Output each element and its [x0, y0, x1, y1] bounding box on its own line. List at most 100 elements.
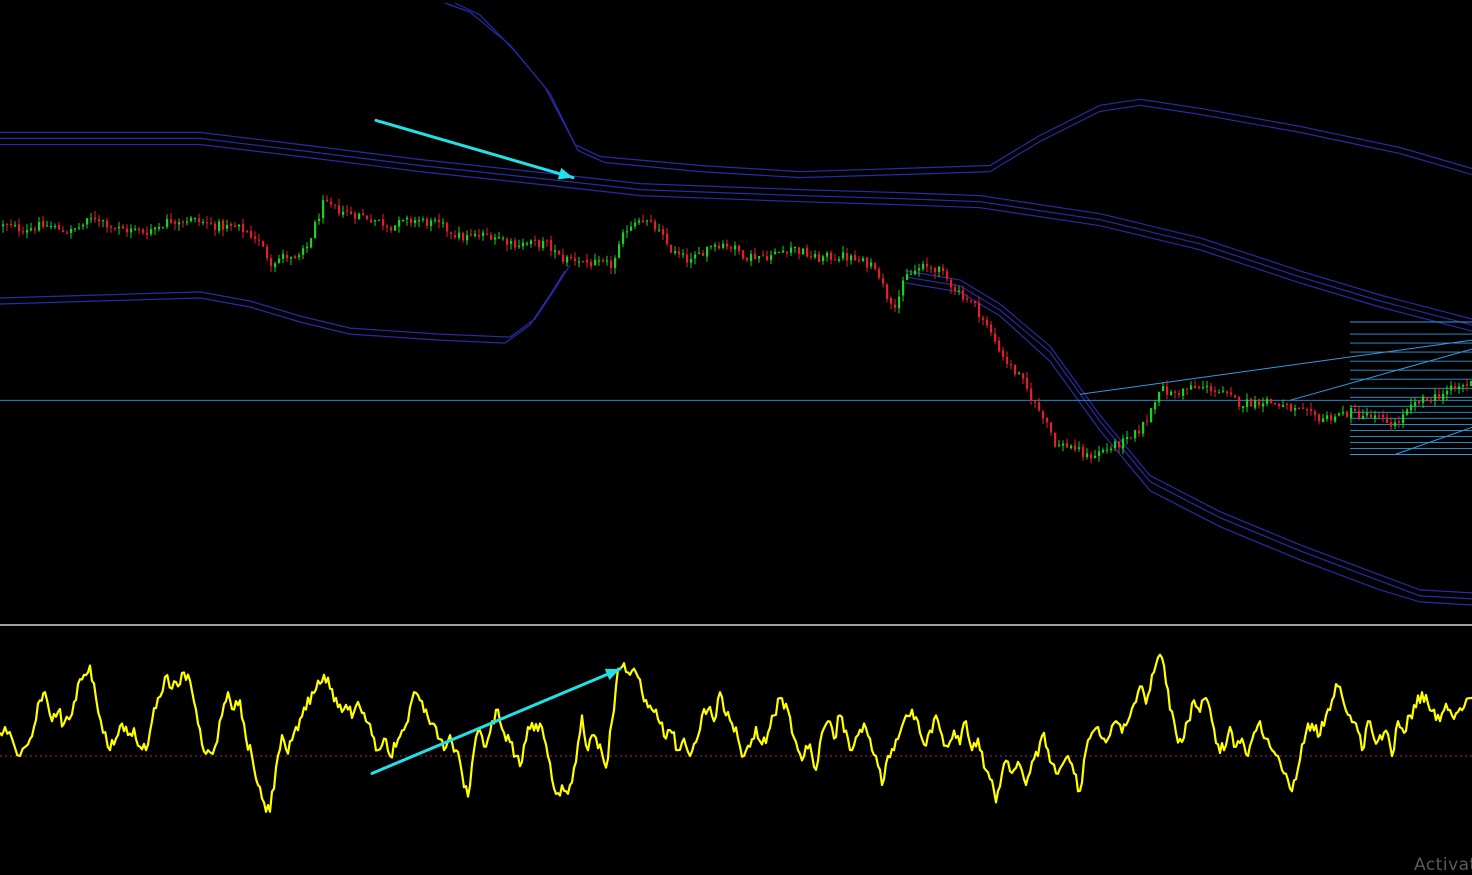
candle-body — [414, 220, 417, 223]
candle-body — [686, 254, 689, 263]
candle — [554, 244, 557, 259]
candle — [758, 256, 761, 263]
candle — [302, 245, 305, 260]
candle-body — [754, 253, 757, 259]
candle — [770, 250, 773, 264]
candle-body — [586, 259, 589, 263]
candle-body — [1030, 388, 1033, 401]
candle-body — [794, 247, 797, 249]
candle — [1270, 398, 1273, 404]
candle — [1258, 399, 1261, 409]
candle — [1078, 441, 1081, 452]
candle — [826, 251, 829, 262]
candle-body — [1078, 447, 1081, 449]
candle — [1218, 389, 1221, 394]
candle-body — [878, 269, 881, 278]
candle — [278, 254, 281, 264]
candle-body — [506, 239, 509, 245]
candle-body — [394, 225, 397, 231]
candle — [1070, 444, 1073, 450]
candle-body — [554, 250, 557, 253]
candle — [378, 219, 381, 222]
candle — [1086, 448, 1089, 460]
candle-body — [1454, 386, 1457, 389]
candle-body — [1414, 402, 1417, 406]
candle-body — [550, 240, 553, 251]
trading-chart[interactable]: Activat — [0, 0, 1472, 875]
candle — [98, 214, 101, 228]
candle — [1198, 385, 1201, 390]
candle — [1154, 399, 1157, 415]
trend-line-1 — [1289, 348, 1472, 401]
candle — [1262, 397, 1265, 413]
candle-body — [1106, 449, 1109, 451]
chart-canvas[interactable] — [0, 0, 1472, 875]
candle — [1014, 364, 1017, 377]
candle — [734, 241, 737, 256]
candle-body — [1198, 387, 1201, 388]
candle — [1338, 412, 1341, 417]
candle — [1390, 417, 1393, 431]
candle-body — [866, 257, 869, 268]
candle — [482, 229, 485, 241]
candle-body — [574, 258, 577, 261]
candle — [1430, 397, 1433, 404]
candle-body — [270, 258, 273, 267]
price-arrow-0-shaft — [374, 118, 575, 180]
candle — [1254, 396, 1257, 410]
candle — [1314, 409, 1317, 421]
candle-body — [1342, 412, 1345, 414]
candle-body — [854, 255, 857, 261]
candle-body — [1270, 398, 1273, 403]
candle-body — [1446, 391, 1449, 395]
candle — [838, 256, 841, 263]
candle-body — [654, 221, 657, 230]
candle — [1334, 413, 1337, 424]
candle-body — [1230, 392, 1233, 395]
candle — [818, 251, 821, 263]
candle-body — [618, 244, 621, 258]
candle — [1418, 400, 1421, 406]
candle — [382, 213, 385, 231]
candle — [490, 232, 493, 241]
candle — [1130, 436, 1133, 440]
candle-body — [1450, 385, 1453, 391]
candle — [714, 242, 717, 252]
candle — [930, 264, 933, 273]
candle — [830, 250, 833, 265]
candle-body — [1306, 409, 1309, 411]
candle-body — [126, 228, 129, 233]
band-line-2 — [0, 143, 1472, 332]
candle-body — [430, 220, 433, 226]
price-panel[interactable] — [0, 2, 1472, 606]
candle-body — [1246, 399, 1249, 407]
candle-body — [674, 251, 677, 253]
candle — [170, 213, 173, 225]
candle — [398, 216, 401, 233]
candle — [950, 278, 953, 294]
candle-body — [850, 255, 853, 261]
candle — [174, 219, 177, 231]
candle — [874, 262, 877, 271]
candle-body — [338, 205, 341, 214]
candle — [1142, 421, 1145, 437]
candle — [938, 266, 941, 278]
candle — [1342, 405, 1345, 416]
candle-body — [1390, 422, 1393, 427]
candle-body — [1122, 438, 1125, 449]
candle-body — [1218, 392, 1221, 394]
candle-body — [434, 219, 437, 221]
candle — [1414, 397, 1417, 412]
candle — [574, 252, 577, 266]
candle-body — [314, 222, 317, 239]
candle-body — [1274, 403, 1277, 405]
candle-body — [342, 211, 345, 215]
candle — [50, 221, 53, 230]
oscillator-panel[interactable] — [0, 653, 1472, 813]
candle — [1210, 382, 1213, 396]
candle-body — [1150, 408, 1153, 423]
candle-body — [978, 302, 981, 318]
candle-body — [1118, 441, 1121, 448]
candle — [390, 225, 393, 233]
candle-body — [470, 234, 473, 235]
